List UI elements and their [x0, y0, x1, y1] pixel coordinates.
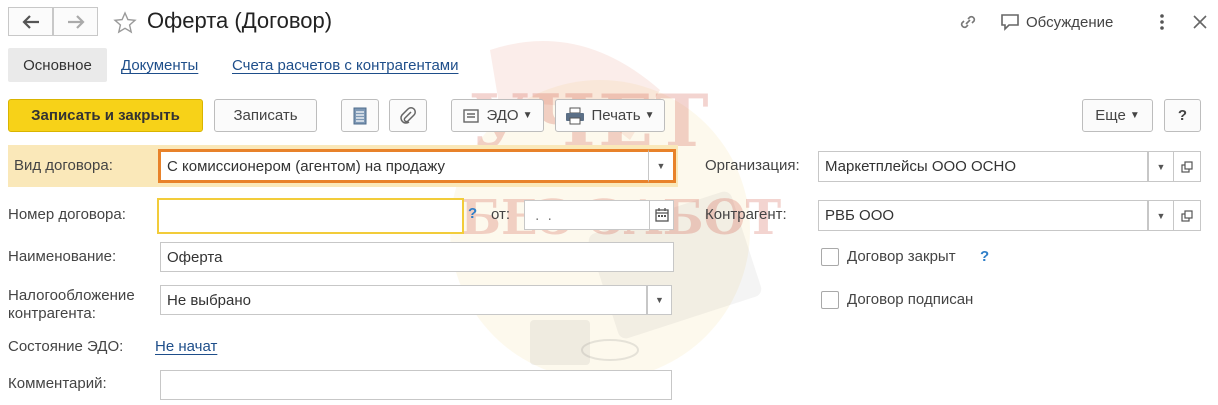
contract-type-label: Вид договора:	[14, 157, 113, 174]
chevron-down-icon: ▼	[656, 161, 666, 171]
contract-date-label: от:	[491, 206, 511, 223]
more-label: Еще	[1095, 107, 1126, 124]
name-input[interactable]: Оферта	[160, 242, 674, 272]
taxation-dropdown-button[interactable]: ▼	[647, 285, 672, 315]
taxation-label-line1: Налогообложение	[8, 287, 135, 304]
edo-button[interactable]: ЭДО ▼	[451, 99, 544, 132]
more-vertical-icon	[1160, 14, 1164, 30]
page-title: Оферта (Договор)	[147, 8, 333, 33]
tab-main[interactable]: Основное	[8, 48, 107, 82]
arrow-right-icon	[67, 14, 85, 29]
counterparty-dropdown-button[interactable]: ▼	[1148, 200, 1174, 231]
link-icon	[960, 15, 976, 29]
more-menu-button[interactable]	[1150, 9, 1174, 35]
tab-documents[interactable]: Документы	[121, 57, 198, 74]
chevron-down-icon: ▼	[522, 110, 533, 121]
discussion-button[interactable]: Обсуждение	[1000, 11, 1113, 33]
edo-state-label: Состояние ЭДО:	[8, 338, 124, 355]
forward-button[interactable]	[53, 7, 98, 36]
edo-icon	[463, 108, 480, 123]
print-label: Печать	[591, 107, 641, 124]
taxation-field[interactable]: Не выбрано	[160, 285, 647, 315]
help-question-icon[interactable]: ?	[468, 205, 477, 222]
star-icon	[113, 11, 137, 34]
organization-label: Организация:	[705, 157, 800, 174]
open-form-icon	[1181, 160, 1193, 173]
contract-closed-checkbox[interactable]	[821, 248, 839, 266]
save-button[interactable]: Записать	[214, 99, 317, 132]
arrow-left-icon	[21, 14, 39, 29]
taxation-label-line2: контрагента:	[8, 305, 96, 322]
chevron-down-icon: ▼	[655, 295, 664, 305]
counterparty-open-button[interactable]	[1174, 200, 1201, 231]
printer-icon	[566, 107, 585, 124]
chat-icon	[1001, 14, 1019, 31]
paperclip-icon	[400, 106, 416, 124]
contract-number-input[interactable]	[157, 198, 464, 234]
contract-date-input[interactable]: . .	[524, 200, 650, 230]
link-button[interactable]	[955, 9, 981, 35]
more-button[interactable]: Еще ▼	[1082, 99, 1153, 132]
print-button[interactable]: Печать ▼	[555, 99, 665, 132]
help-question-icon[interactable]: ?	[980, 248, 989, 265]
comment-input[interactable]	[160, 370, 672, 400]
counterparty-label: Контрагент:	[705, 206, 787, 223]
comment-label: Комментарий:	[8, 375, 107, 392]
contract-signed-label: Договор подписан	[847, 291, 974, 308]
save-and-close-button[interactable]: Записать и закрыть	[8, 99, 203, 132]
organization-open-button[interactable]	[1174, 151, 1201, 182]
calendar-icon	[654, 208, 669, 222]
open-form-icon	[1181, 209, 1193, 222]
name-label: Наименование:	[8, 248, 117, 265]
contract-type-field[interactable]: С комиссионером (агентом) на продажу	[158, 149, 648, 183]
contract-closed-label: Договор закрыт	[847, 248, 956, 265]
favorite-button[interactable]	[111, 9, 139, 37]
back-button[interactable]	[8, 7, 53, 36]
tab-accounts[interactable]: Счета расчетов с контрагентами	[232, 57, 458, 74]
chevron-down-icon: ▼	[1156, 161, 1166, 172]
counterparty-field[interactable]: РВБ ООО	[818, 200, 1148, 231]
discussion-label: Обсуждение	[1026, 13, 1114, 31]
edo-state-link[interactable]: Не начат	[155, 338, 217, 355]
organization-dropdown-button[interactable]: ▼	[1148, 151, 1174, 182]
calendar-button[interactable]	[650, 200, 674, 230]
organization-field[interactable]: Маркетплейсы ООО ОСНО	[818, 151, 1148, 182]
close-icon	[1193, 15, 1207, 29]
close-button[interactable]	[1187, 9, 1213, 35]
chevron-down-icon: ▼	[644, 110, 655, 121]
contract-signed-checkbox[interactable]	[821, 291, 839, 309]
report-button[interactable]	[341, 99, 379, 132]
chevron-down-icon: ▼	[1156, 210, 1166, 221]
document-list-icon	[353, 107, 367, 124]
contract-number-label: Номер договора:	[8, 206, 126, 223]
attach-button[interactable]	[389, 99, 427, 132]
help-button[interactable]: ?	[1164, 99, 1201, 132]
chevron-down-icon: ▼	[1129, 110, 1140, 121]
edo-label: ЭДО	[486, 107, 519, 124]
contract-type-dropdown-button[interactable]: ▼	[648, 149, 676, 183]
